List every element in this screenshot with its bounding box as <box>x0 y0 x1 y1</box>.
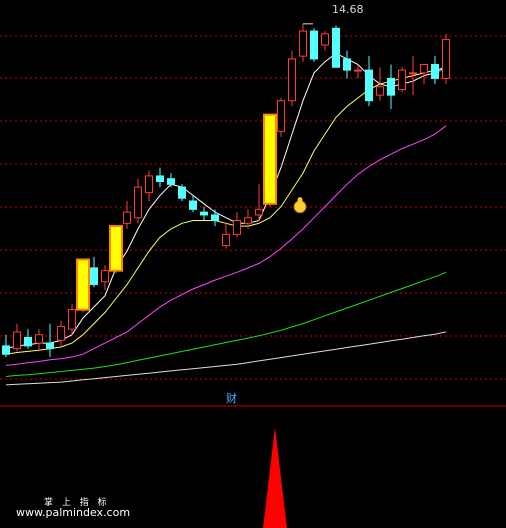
candle <box>156 167 164 188</box>
candle-body-down <box>200 211 208 216</box>
candle-body-up <box>255 208 263 216</box>
candle-body-up <box>13 331 21 350</box>
candle-body-highlight <box>76 258 90 311</box>
candle-body-down <box>156 175 164 183</box>
candle-body-up <box>145 175 153 194</box>
candle <box>13 323 21 352</box>
candle-body-down <box>24 337 32 347</box>
candle <box>299 23 307 62</box>
coin-icon <box>293 200 307 214</box>
coin-marker-layer <box>293 197 307 214</box>
candle <box>233 212 241 238</box>
candle <box>442 33 450 84</box>
candle-body-up <box>222 233 230 247</box>
candle <box>365 56 373 107</box>
candle <box>343 50 351 79</box>
candle-body-up <box>354 69 362 72</box>
candle-body-down <box>310 30 318 60</box>
candle-body-up <box>398 69 406 91</box>
candle-body-down <box>332 27 340 68</box>
candle <box>145 170 153 201</box>
candle <box>277 97 285 137</box>
indicator-panel-label: 财 <box>226 392 237 405</box>
candle <box>332 25 340 68</box>
candle <box>200 206 208 221</box>
candle-body-down <box>178 186 186 199</box>
candle-body-down <box>189 200 197 210</box>
candle-body-down <box>167 178 175 185</box>
candle <box>178 184 186 201</box>
candle-body-down <box>2 345 10 355</box>
candle-body-up <box>376 86 384 96</box>
candle <box>76 258 90 313</box>
candlestick-layer <box>2 23 450 357</box>
candle-body-up <box>233 220 241 235</box>
candle <box>134 178 142 224</box>
candle-body-up <box>409 72 417 75</box>
candle <box>398 67 406 93</box>
candle <box>376 67 384 101</box>
candle <box>101 265 109 291</box>
candle-body-up <box>68 309 76 330</box>
candle <box>189 195 197 213</box>
candle-body-down <box>343 58 351 71</box>
candle <box>255 184 263 221</box>
candle <box>2 334 10 357</box>
candle <box>420 64 428 84</box>
candle <box>263 113 277 207</box>
candle-body-highlight <box>263 113 277 205</box>
candle-body-down <box>431 64 439 79</box>
candle-body-up <box>57 325 65 341</box>
candle-body-up <box>134 186 142 219</box>
candle-body-up <box>123 211 131 224</box>
candle-body-up <box>35 334 43 344</box>
candle-body-up <box>101 270 109 283</box>
candle <box>211 209 219 227</box>
candle <box>57 320 65 346</box>
candle <box>387 64 395 110</box>
signal-spike <box>263 427 287 528</box>
candle <box>288 50 296 107</box>
candle-body-up <box>420 64 428 74</box>
watermark-url: www.palmindex.com <box>16 506 131 519</box>
candle-body-up <box>442 38 450 79</box>
candle <box>90 256 98 288</box>
candle-body-up <box>277 100 285 132</box>
candle-body-up <box>244 217 252 224</box>
candle <box>123 201 131 229</box>
candle-body-down <box>46 342 54 350</box>
candle <box>222 223 230 249</box>
candle-body-down <box>365 69 373 102</box>
coin-icon-knot <box>297 197 303 203</box>
candle <box>409 56 417 96</box>
candle <box>46 323 54 357</box>
candle-body-up <box>288 58 296 102</box>
candle <box>35 329 43 352</box>
high-price-label: 14.68 <box>332 3 364 16</box>
stock-chart <box>0 23 506 528</box>
candle <box>310 28 318 62</box>
candle-body-down <box>211 214 219 222</box>
signal-layer <box>263 427 287 528</box>
candle <box>431 56 439 84</box>
candle-body-down <box>387 77 395 96</box>
candle <box>24 329 32 349</box>
moving-average-layer <box>5 52 447 386</box>
candle-body-up <box>299 30 307 57</box>
candle-body-highlight <box>109 225 123 272</box>
candle-body-down <box>90 267 98 286</box>
candle-body-up <box>321 33 329 46</box>
candle <box>321 31 329 51</box>
candle <box>109 225 123 274</box>
ma-longest-line <box>5 331 447 386</box>
